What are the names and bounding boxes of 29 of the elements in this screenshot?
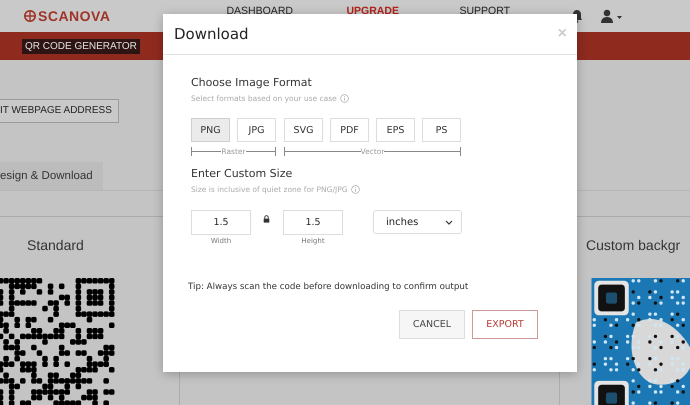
unit-dropdown[interactable]: inches (373, 210, 462, 234)
logo-text: SCANOVA (38, 8, 110, 24)
chevron-down-icon (445, 220, 453, 224)
nav-link[interactable]: UPGRADE (346, 5, 460, 17)
edit-address-button[interactable]: IT WEBPAGE ADDRESS (0, 98, 119, 122)
format-option[interactable]: PS (422, 118, 461, 142)
tab[interactable]: esign & Download (0, 162, 103, 190)
cancel-button[interactable]: CANCEL (399, 310, 465, 339)
section-heading: Enter Custom Size (191, 167, 294, 180)
tip-text: Tip: Always scan the code before downloading to confirm output (188, 282, 470, 292)
card-title: Custom backgr (586, 236, 680, 252)
nav-link[interactable]: DASHBOARD (226, 5, 346, 17)
export-button[interactable]: EXPORT (472, 310, 538, 339)
dialog-title: Download (174, 25, 249, 43)
format-option[interactable]: PDF (330, 118, 369, 142)
page-title: QR CODE GENERATOR (22, 38, 140, 54)
format-option[interactable]: SVG (284, 118, 323, 142)
height-field[interactable]: 1.5 (283, 210, 343, 235)
user-icon[interactable] (601, 9, 624, 23)
nav-link[interactable]: SUPPORT (459, 5, 510, 17)
lock-icon[interactable] (263, 215, 270, 223)
format-option[interactable]: PNG (191, 118, 230, 142)
format-option[interactable]: JPG (237, 118, 276, 142)
section-heading: Choose Image Format (191, 76, 313, 89)
card-title: Standard (27, 236, 84, 252)
width-field[interactable]: 1.5 (191, 210, 251, 235)
logo[interactable]: SCANOVA (24, 8, 110, 24)
globe-icon (24, 10, 36, 22)
format-option[interactable]: EPS (376, 118, 415, 142)
